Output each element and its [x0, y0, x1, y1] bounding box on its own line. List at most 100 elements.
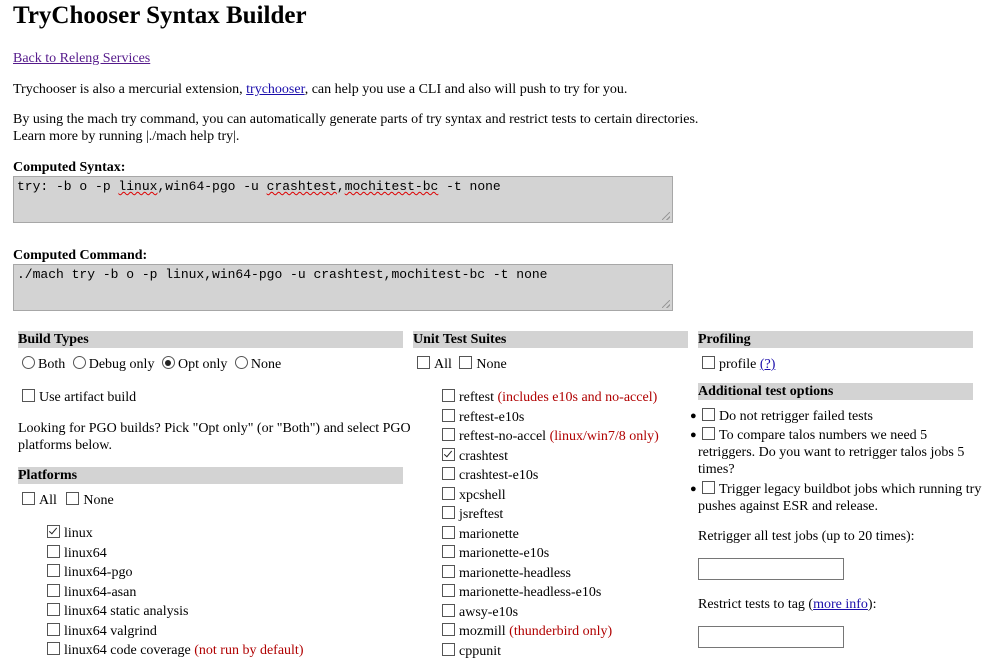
- checkbox-icon[interactable]: [47, 545, 60, 558]
- option-legacy-buildbot[interactable]: ● Trigger legacy buildbot jobs which runn…: [690, 481, 981, 515]
- checkbox-icon[interactable]: [442, 604, 455, 617]
- unit-test-column: Unit Test Suites All None reftest (inclu…: [413, 331, 688, 668]
- build-types-column: Build Types Both Debug only Opt only Non…: [18, 331, 411, 668]
- platform-item-linux64-pgo[interactable]: linux64-pgo: [47, 564, 132, 581]
- profiling-column: Profiling profile (?) Additional test op…: [690, 331, 981, 668]
- checkbox-icon[interactable]: [22, 389, 35, 402]
- checkbox-icon[interactable]: [442, 526, 455, 539]
- computed-command-label: Computed Command:: [13, 248, 148, 263]
- radio-debug-only[interactable]: Debug only: [72, 356, 154, 372]
- back-to-releng-link[interactable]: Back to Releng Services: [13, 50, 150, 67]
- checkbox-icon[interactable]: [702, 427, 715, 440]
- checkbox-icon[interactable]: [47, 623, 60, 636]
- intro-paragraph: Trychooser is also a mercurial extension…: [13, 81, 627, 98]
- checkbox-icon[interactable]: [22, 492, 35, 505]
- unit-test-item-cppunit[interactable]: cppunit: [442, 643, 501, 660]
- checkbox-icon[interactable]: [442, 506, 455, 519]
- checkbox-icon[interactable]: [47, 584, 60, 597]
- computed-command-textarea[interactable]: ./mach try -b o -p linux,win64-pgo -u cr…: [13, 264, 673, 311]
- platform-item-linux64-static-analysis[interactable]: linux64 static analysis: [47, 603, 188, 620]
- page-title: TryChooser Syntax Builder: [13, 2, 307, 29]
- restrict-tag-label: Restrict tests to tag (more info):: [698, 597, 877, 612]
- checkbox-icon[interactable]: [702, 408, 715, 421]
- platforms-header: Platforms: [18, 467, 403, 484]
- unit-tests-all-checkbox[interactable]: All: [417, 356, 452, 372]
- checkbox-icon[interactable]: [417, 356, 430, 369]
- restrict-tag-input[interactable]: [698, 626, 844, 648]
- radio-icon[interactable]: [22, 356, 35, 369]
- artifact-build-option[interactable]: Use artifact build: [22, 389, 136, 406]
- checkbox-icon[interactable]: [442, 487, 455, 500]
- profile-option[interactable]: profile (?): [702, 356, 775, 373]
- unit-test-item-reftest[interactable]: reftest (includes e10s and no-accel): [442, 389, 657, 406]
- unit-test-item-marionette-headless-e10s[interactable]: marionette-headless-e10s: [442, 584, 601, 601]
- option-talos-retrigger[interactable]: ● To compare talos numbers we need 5 retr…: [690, 427, 964, 478]
- radio-none[interactable]: None: [234, 356, 281, 372]
- radio-both[interactable]: Both: [22, 356, 65, 372]
- checkbox-icon[interactable]: [702, 481, 715, 494]
- intro-text-before: Trychooser is also a mercurial extension…: [13, 82, 247, 97]
- checkbox-icon[interactable]: [442, 584, 455, 597]
- computed-syntax-label: Computed Syntax:: [13, 160, 126, 175]
- more-info-link[interactable]: more info: [813, 597, 868, 612]
- mach-paragraph-line2: Learn more by running |./mach help try|.: [13, 129, 240, 144]
- unit-test-item-marionette-e10s[interactable]: marionette-e10s: [442, 545, 549, 562]
- unit-test-item-jsreftest[interactable]: jsreftest: [442, 506, 503, 523]
- unit-test-item-marionette[interactable]: marionette: [442, 526, 519, 543]
- platform-item-linux64-code-coverage[interactable]: linux64 code coverage (not run by defaul…: [47, 642, 303, 659]
- retrigger-count-input[interactable]: [698, 558, 844, 580]
- radio-icon[interactable]: [234, 356, 248, 369]
- computed-syntax-textarea[interactable]: try: -b o -p linux,win64-pgo -u crashtes…: [13, 176, 673, 223]
- checkbox-checked-icon[interactable]: [47, 525, 60, 538]
- checkbox-icon[interactable]: [442, 467, 455, 480]
- checkbox-icon[interactable]: [442, 428, 455, 441]
- platform-item-linux64-valgrind[interactable]: linux64 valgrind: [47, 623, 157, 640]
- profile-help-link[interactable]: (?): [760, 357, 776, 372]
- checkbox-icon[interactable]: [702, 356, 715, 369]
- checkbox-icon[interactable]: [442, 623, 455, 636]
- checkbox-icon[interactable]: [442, 643, 455, 656]
- unit-test-item-marionette-headless[interactable]: marionette-headless: [442, 565, 571, 582]
- platforms-all-none: All None: [22, 492, 114, 509]
- unit-test-item-crashtest-e10s[interactable]: crashtest-e10s: [442, 467, 538, 484]
- platform-item-linux[interactable]: linux: [47, 525, 93, 542]
- unit-test-item-xpcshell[interactable]: xpcshell: [442, 487, 506, 504]
- radio-selected-icon[interactable]: [161, 356, 175, 369]
- checkbox-icon[interactable]: [442, 545, 455, 558]
- radio-icon[interactable]: [72, 356, 86, 369]
- checkbox-icon[interactable]: [442, 565, 455, 578]
- checkbox-icon[interactable]: [47, 564, 60, 577]
- profiling-header: Profiling: [698, 331, 973, 348]
- resize-grip-icon[interactable]: [662, 212, 670, 220]
- build-type-radio-group: Both Debug only Opt only None: [22, 356, 281, 373]
- trychooser-link[interactable]: trychooser: [246, 82, 305, 97]
- checkbox-icon[interactable]: [459, 356, 473, 369]
- radio-opt-only[interactable]: Opt only: [161, 356, 227, 372]
- platform-item-linux64[interactable]: linux64: [47, 545, 107, 562]
- mach-paragraph-line1: By using the mach try command, you can a…: [13, 112, 699, 127]
- checkbox-icon[interactable]: [66, 492, 80, 505]
- unit-tests-all-none: All None: [417, 356, 507, 373]
- platform-item-linux64-asan[interactable]: linux64-asan: [47, 584, 136, 601]
- checkbox-icon[interactable]: [47, 642, 60, 655]
- intro-text-after: , can help you use a CLI and also will p…: [304, 82, 628, 97]
- checkbox-icon[interactable]: [47, 603, 60, 616]
- unit-tests-none-checkbox[interactable]: None: [459, 356, 507, 372]
- resize-grip-icon[interactable]: [662, 300, 670, 308]
- checkbox-icon[interactable]: [442, 389, 455, 402]
- platforms-none-checkbox[interactable]: None: [66, 492, 114, 508]
- retrigger-label: Retrigger all test jobs (up to 20 times)…: [698, 529, 915, 544]
- pgo-note-line1: Looking for PGO builds? Pick "Opt only" …: [18, 421, 411, 436]
- checkbox-icon[interactable]: [442, 409, 455, 422]
- unit-test-item-awsy-e10s[interactable]: awsy-e10s: [442, 604, 518, 621]
- unit-test-item-reftest-e10s[interactable]: reftest-e10s: [442, 409, 524, 426]
- unit-test-item-reftest-no-accel[interactable]: reftest-no-accel (linux/win7/8 only): [442, 428, 659, 445]
- platforms-all-checkbox[interactable]: All: [22, 492, 57, 508]
- unit-test-item-mozmill[interactable]: mozmill (thunderbird only): [442, 623, 612, 640]
- unit-test-item-crashtest[interactable]: crashtest: [442, 448, 508, 465]
- checkbox-checked-icon[interactable]: [442, 448, 455, 461]
- additional-options-header: Additional test options: [698, 383, 973, 400]
- bullet-icon: ●: [690, 429, 697, 441]
- option-no-retrigger-failed[interactable]: ● Do not retrigger failed tests: [690, 408, 873, 425]
- build-types-header: Build Types: [18, 331, 403, 348]
